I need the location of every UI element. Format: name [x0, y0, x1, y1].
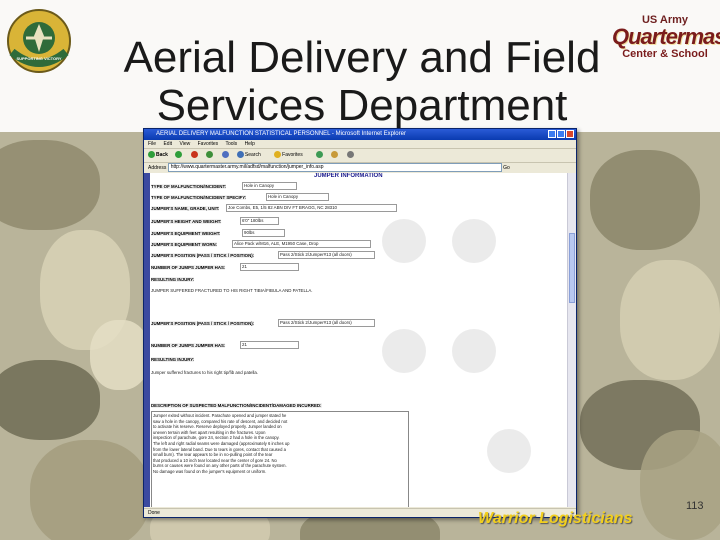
height-weight-input[interactable]: 6'0" 180lbs	[240, 217, 279, 225]
watermark-crest-icon	[452, 219, 496, 263]
footer-brand: Warrior Logisticians	[478, 510, 633, 527]
field-label: NUMBER OF JUMPS JUMPER HAS:	[151, 265, 226, 270]
scrollbar-thumb[interactable]	[569, 233, 575, 303]
description-line: No damage was found on the jumper's equi…	[153, 468, 267, 474]
field-label: JUMPER'S EQUIPMENT WORN:	[151, 242, 218, 247]
print-icon	[346, 151, 354, 159]
home-button[interactable]	[221, 151, 230, 159]
number-of-jumps-input-2[interactable]: 21	[240, 341, 299, 349]
quartermaster-crest-logo	[7, 9, 71, 73]
minimize-icon[interactable]	[548, 130, 556, 138]
vertical-scrollbar[interactable]	[567, 173, 576, 507]
jumper-position-input[interactable]: Pass 2/Stick 2/Jumper#13 (all doors)	[278, 251, 375, 259]
jumper-position-input-2[interactable]: Pass 2/Stick 2/Jumper#13 (all doors)	[278, 319, 375, 327]
section-title: JUMPER INFORMATION	[314, 173, 383, 179]
field-label: JUMPER'S NAME, GRADE, UNIT:	[151, 206, 220, 211]
mail-icon	[331, 151, 339, 159]
refresh-icon	[206, 151, 214, 159]
page-title: Aerial Delivery and Field Services Depar…	[112, 34, 612, 130]
page-number: 113	[686, 500, 704, 512]
stop-icon	[190, 151, 198, 159]
browser-window: AERIAL DELIVERY MALFUNCTION STATISTICAL …	[143, 128, 577, 518]
menu-view[interactable]: View	[179, 141, 190, 147]
malfunction-type-select[interactable]: Hole in Canopy	[242, 182, 297, 190]
favorites-button[interactable]: Favorites	[274, 151, 309, 159]
go-button[interactable]: Go	[503, 165, 510, 171]
menu-edit[interactable]: Edit	[163, 141, 172, 147]
forward-button[interactable]	[175, 151, 183, 159]
field-label: TYPE OF MALFUNCTION/INCIDENT SPECIFY:	[151, 195, 247, 200]
menu-favorites[interactable]: Favorites	[198, 141, 219, 147]
field-label: TYPE OF MALFUNCTION/INCIDENT:	[151, 184, 227, 189]
equipment-weight-input[interactable]: 90lbs	[242, 229, 285, 237]
injury-text-2: Jumper suffered fractures to his right t…	[151, 370, 259, 375]
watermark-crest-icon	[382, 329, 426, 373]
field-label: JUMPER'S HEIGHT AND WEIGHT:	[151, 219, 222, 224]
field-label: JUMPER'S POSITION (PASS / STICK / POSITI…	[151, 253, 255, 258]
malfunction-specify-input[interactable]: Hole in Canopy	[266, 193, 329, 201]
menu-tools[interactable]: Tools	[225, 141, 237, 147]
menu-help[interactable]: Help	[245, 141, 255, 147]
title-line-1: Aerial Delivery and Field	[123, 33, 601, 82]
address-input[interactable]: http://www.quartermaster.army.mil/adfsd/…	[167, 163, 502, 173]
search-icon	[236, 151, 244, 159]
back-arrow-icon	[148, 151, 155, 159]
mail-button[interactable]	[331, 151, 339, 159]
form-side-stripe	[144, 173, 150, 507]
watermark-crest-icon	[382, 219, 426, 263]
back-button[interactable]: Back	[148, 151, 168, 159]
star-icon	[274, 151, 282, 159]
field-label: JUMPER'S EQUIPMENT WEIGHT:	[151, 231, 221, 236]
stop-button[interactable]	[190, 151, 199, 159]
injury-text: JUMPER SUFFERED FRACTURED TO HIS RIGHT T…	[151, 288, 313, 293]
history-button[interactable]	[316, 151, 324, 159]
home-icon	[221, 151, 229, 159]
watermark-crest-icon	[487, 429, 531, 473]
watermark-crest-icon	[452, 329, 496, 373]
page-content: JUMPER INFORMATION TYPE OF MALFUNCTION/I…	[144, 173, 568, 507]
equipment-worn-input[interactable]: Alice Pack w/M16, ALE, M1950 Case, Drop	[232, 240, 371, 248]
status-text: Done	[148, 510, 160, 516]
search-button[interactable]: Search	[236, 151, 267, 159]
browser-titlebar: AERIAL DELIVERY MALFUNCTION STATISTICAL …	[144, 129, 576, 140]
field-label: JUMPER'S POSITION (PASS / STICK / POSITI…	[151, 321, 255, 326]
refresh-button[interactable]	[206, 151, 214, 159]
description-textarea[interactable]: Jumper exited without incident. Parachut…	[151, 411, 409, 507]
browser-toolbar: Back Search Favorites	[144, 149, 576, 163]
field-label: NUMBER OF JUMPS JUMPER HAS:	[151, 343, 226, 348]
logo-line-3: Center & School	[622, 48, 708, 60]
address-label: Address	[148, 165, 167, 171]
print-button[interactable]	[346, 151, 355, 159]
quartermaster-school-logo: US Army Quartermaster Center & School	[612, 14, 720, 74]
number-of-jumps-input[interactable]: 21	[240, 263, 299, 271]
logo-line-2: Quartermaster	[612, 24, 720, 49]
history-icon	[316, 151, 324, 159]
forward-arrow-icon	[175, 151, 183, 159]
favorites-label: Favorites	[282, 152, 303, 158]
maximize-icon[interactable]	[557, 130, 565, 138]
menu-file[interactable]: File	[148, 141, 156, 147]
menu-bar: File Edit View Favorites Tools Help	[144, 140, 576, 149]
jumper-name-input[interactable]: Joe Combs, E5, 1/5 82 ABN DIV FT BRAGG, …	[226, 204, 397, 212]
back-label: Back	[156, 152, 168, 158]
crest-motto: SUPPORTING VICTORY	[16, 56, 62, 61]
field-label: DESCRIPTION OF SUSPECTED MALFUNCTION/INC…	[151, 403, 322, 408]
title-line-2: Services Department	[156, 81, 568, 130]
field-label: RESULTING INJURY:	[151, 277, 195, 282]
window-controls	[547, 130, 574, 140]
search-label: Search	[244, 152, 261, 158]
window-title: AERIAL DELIVERY MALFUNCTION STATISTICAL …	[156, 131, 406, 137]
close-icon[interactable]	[566, 130, 574, 138]
field-label: RESULTING INJURY:	[151, 357, 195, 362]
